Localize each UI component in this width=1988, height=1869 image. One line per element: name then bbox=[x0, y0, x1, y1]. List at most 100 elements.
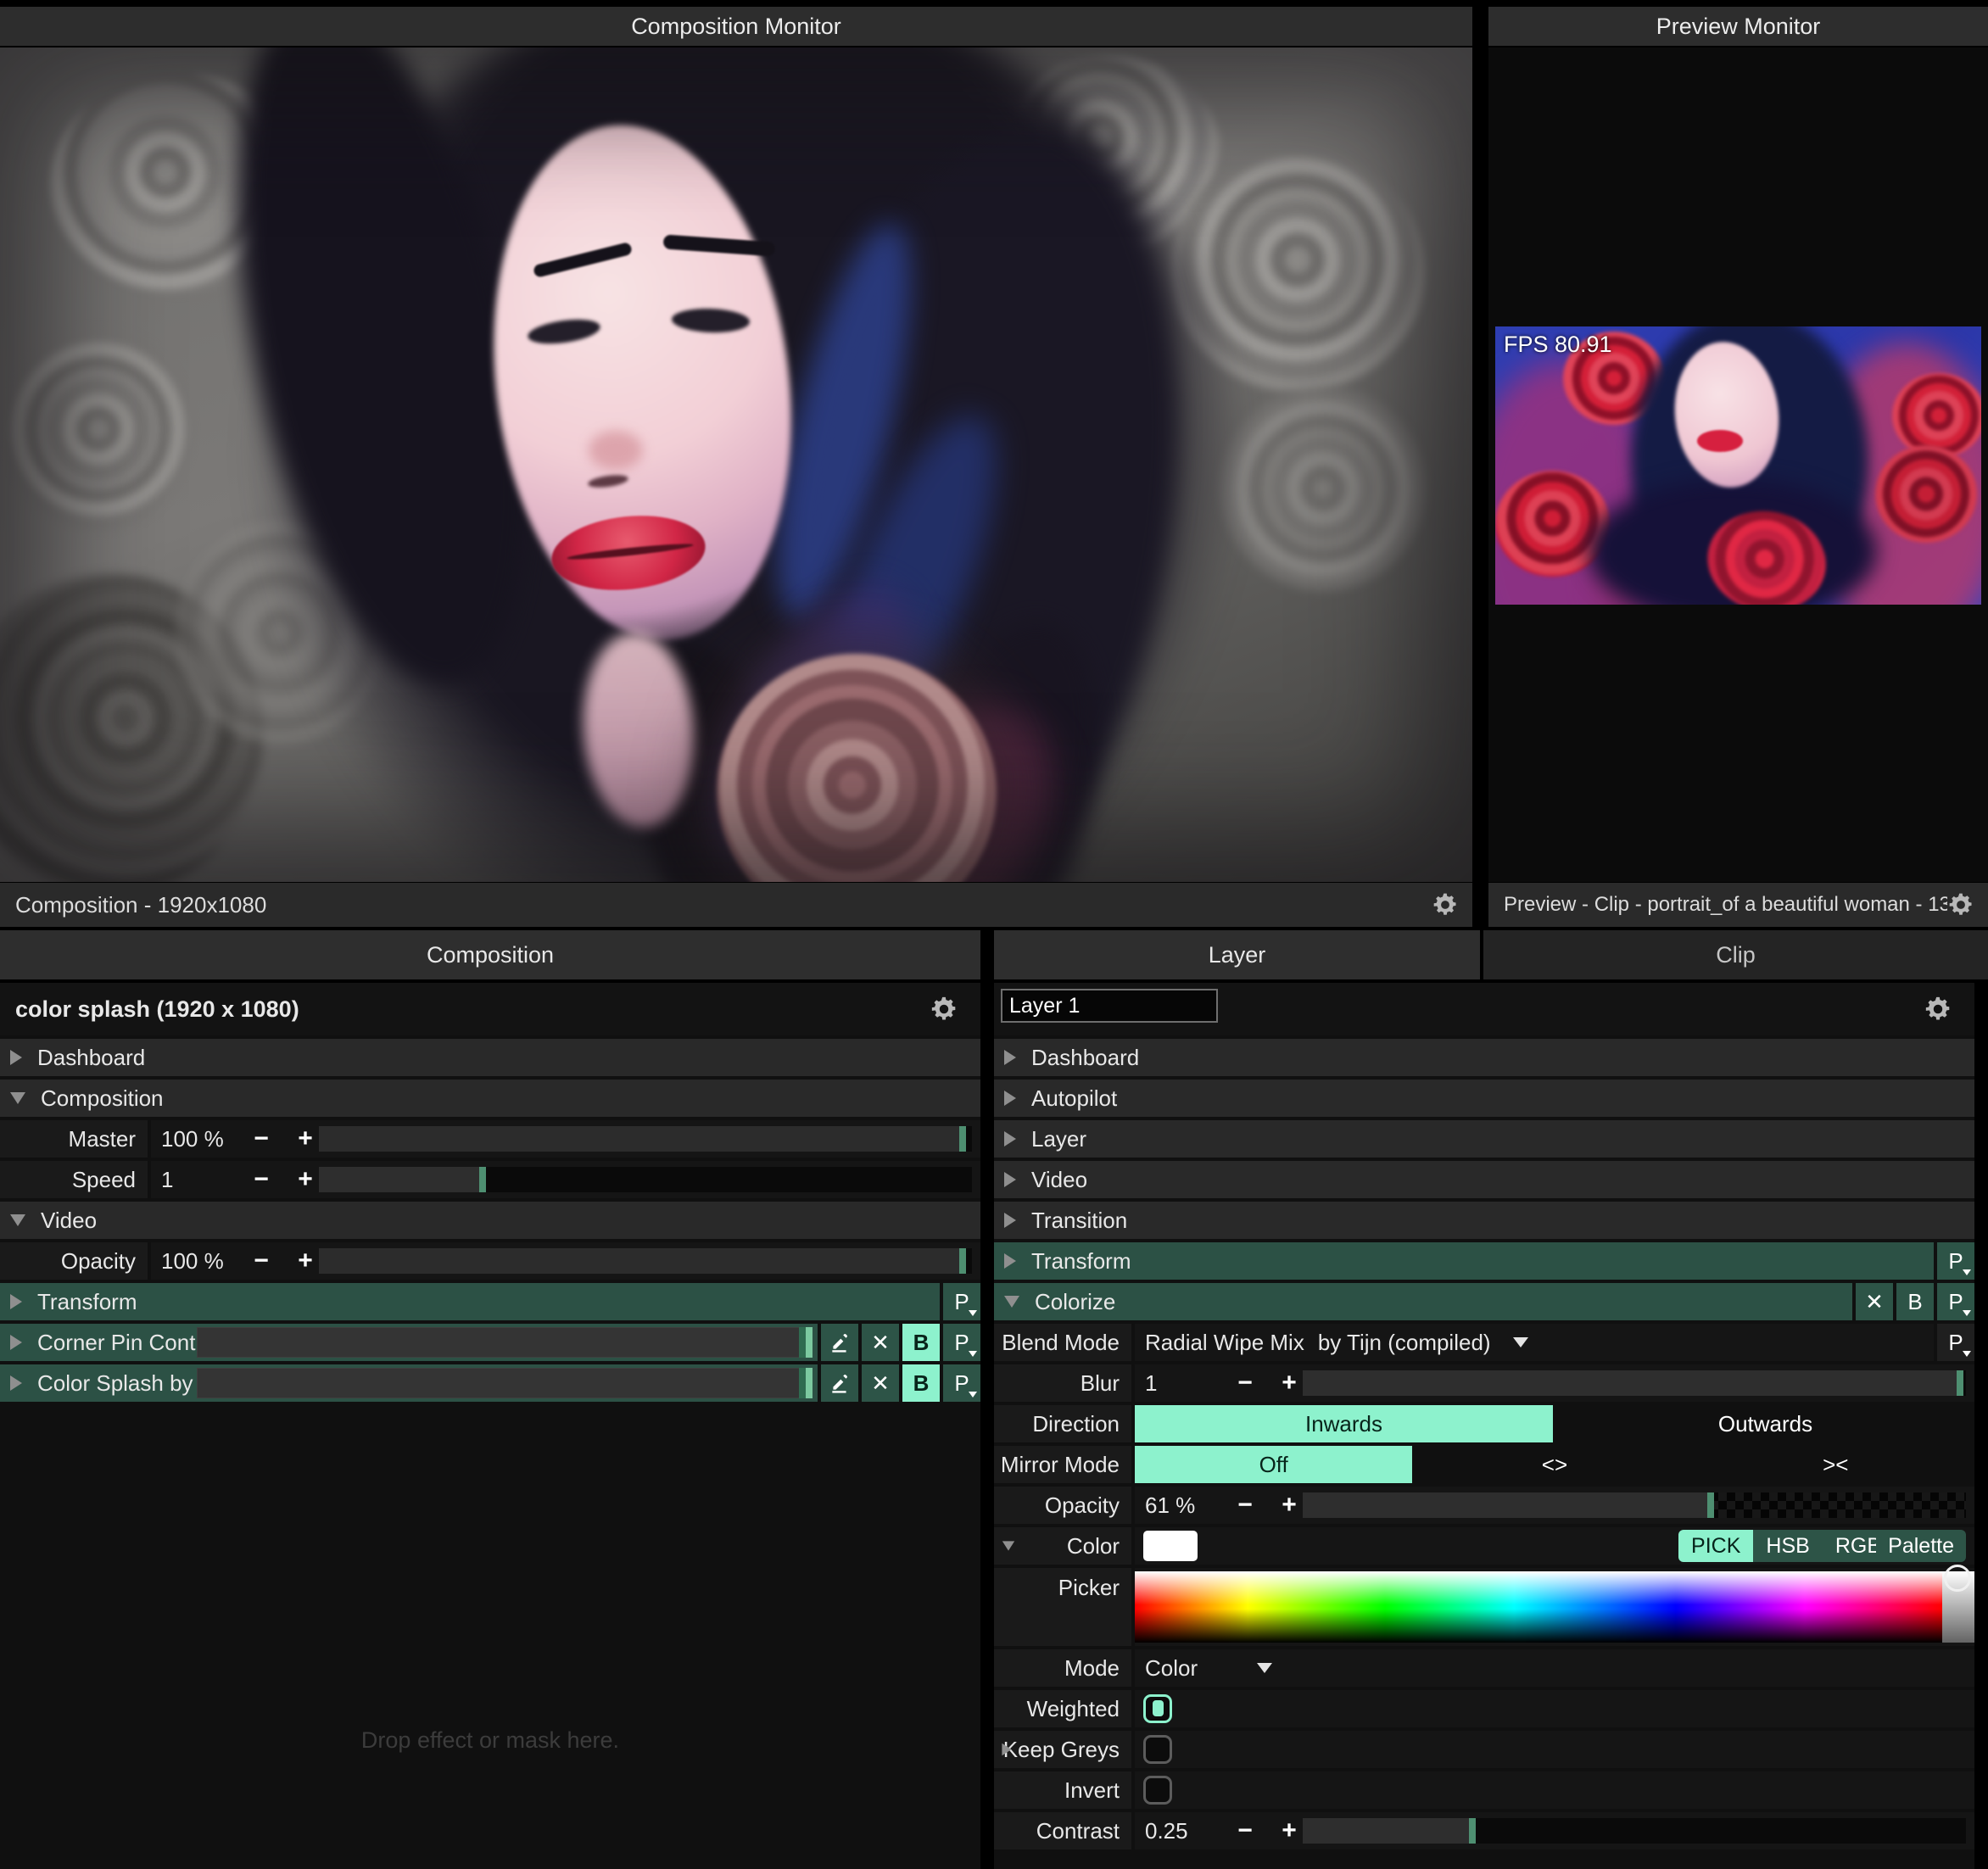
speed-value[interactable]: 1 bbox=[151, 1167, 239, 1193]
opacity-slider[interactable] bbox=[319, 1248, 972, 1274]
palette-button[interactable]: Palette bbox=[1876, 1530, 1966, 1562]
color-picker-gradient[interactable] bbox=[1135, 1571, 1942, 1643]
art-rose-red bbox=[1875, 445, 1977, 543]
param-button-label: P bbox=[954, 1289, 969, 1315]
chevron-right-icon bbox=[1004, 1172, 1016, 1187]
effect-edit-button[interactable] bbox=[821, 1364, 858, 1402]
master-value[interactable]: 100 % bbox=[151, 1126, 239, 1152]
blur-decrement-button[interactable]: − bbox=[1223, 1369, 1267, 1398]
effect-opacity-dragbar[interactable] bbox=[197, 1368, 813, 1398]
section-autopilot[interactable]: Autopilot bbox=[994, 1080, 1974, 1117]
contrast-slider[interactable] bbox=[1303, 1818, 1966, 1844]
colorize-row[interactable]: Colorize ✕ B P bbox=[994, 1283, 1974, 1320]
caret-down-icon bbox=[969, 1310, 977, 1316]
color-tab-hsb[interactable]: HSB bbox=[1753, 1530, 1822, 1562]
section-dashboard[interactable]: Dashboard bbox=[994, 1039, 1974, 1076]
preview-monitor-titlebar: Preview Monitor bbox=[1488, 7, 1988, 46]
effect-remove-button[interactable]: ✕ bbox=[862, 1364, 899, 1402]
close-icon: ✕ bbox=[871, 1330, 890, 1356]
chevron-down-icon bbox=[10, 1214, 25, 1226]
keep-greys-checkbox[interactable] bbox=[1143, 1735, 1172, 1764]
caret-down-icon bbox=[969, 1392, 977, 1398]
colorize-opacity-value[interactable]: 61 % bbox=[1135, 1492, 1223, 1519]
effect-remove-button[interactable]: ✕ bbox=[862, 1324, 899, 1361]
effect-row-color-splash[interactable]: Color Splash by Tij ✕ B P bbox=[0, 1364, 980, 1402]
weighted-checkbox[interactable] bbox=[1143, 1694, 1172, 1723]
section-video[interactable]: Video bbox=[994, 1161, 1974, 1198]
tab-label: RGB bbox=[1835, 1534, 1881, 1559]
effect-row-corner-pin[interactable]: Corner Pin Contro ✕ B P bbox=[0, 1324, 980, 1361]
contrast-value[interactable]: 0.25 bbox=[1135, 1818, 1223, 1844]
caret-down-icon bbox=[1963, 1310, 1971, 1316]
transform-label: Transform bbox=[37, 1289, 137, 1315]
blend-mode-dropdown[interactable]: Radial Wipe Mix by Tijn (compiled) bbox=[1135, 1324, 1934, 1361]
colorize-param-button[interactable]: P bbox=[1937, 1283, 1974, 1320]
effect-edit-button[interactable] bbox=[821, 1324, 858, 1361]
layer-settings-gear-icon[interactable] bbox=[1924, 995, 1952, 1024]
tab-clip[interactable]: Clip bbox=[1483, 930, 1988, 979]
effect-param-button[interactable]: P bbox=[943, 1324, 980, 1361]
section-composition[interactable]: Composition bbox=[0, 1080, 980, 1117]
color-picker-cursor[interactable] bbox=[1944, 1565, 1971, 1592]
preview-monitor-viewport[interactable]: FPS 80.91 bbox=[1488, 47, 1988, 882]
preview-monitor-settings-gear-icon[interactable] bbox=[1947, 891, 1974, 918]
opacity-value[interactable]: 100 % bbox=[151, 1248, 239, 1275]
chevron-right-icon bbox=[1004, 1050, 1016, 1065]
speed-slider[interactable] bbox=[319, 1167, 972, 1192]
section-transition[interactable]: Transition bbox=[994, 1202, 1974, 1239]
section-layer[interactable]: Layer bbox=[994, 1120, 1974, 1158]
contrast-decrement-button[interactable]: − bbox=[1223, 1816, 1267, 1845]
effect-param-button[interactable]: P bbox=[943, 1364, 980, 1402]
direction-option-outwards[interactable]: Outwards bbox=[1556, 1405, 1974, 1442]
blur-value[interactable]: 1 bbox=[1135, 1370, 1223, 1397]
caret-down-icon bbox=[1963, 1351, 1971, 1357]
bypass-button-label: B bbox=[913, 1330, 930, 1356]
blend-mode-label: Blend Mode bbox=[1002, 1330, 1120, 1356]
mirror-option-off[interactable]: Off bbox=[1135, 1446, 1412, 1483]
layer-name-input[interactable] bbox=[1001, 989, 1218, 1023]
colorize-bypass-button[interactable]: B bbox=[1896, 1283, 1934, 1320]
effect-bypass-button[interactable]: B bbox=[902, 1324, 940, 1361]
mode-dropdown[interactable]: Color bbox=[1135, 1649, 1974, 1687]
blend-mode-value: Radial Wipe Mix bbox=[1135, 1330, 1304, 1356]
colorize-opacity-decrement-button[interactable]: − bbox=[1223, 1491, 1267, 1520]
effect-opacity-dragbar[interactable] bbox=[197, 1327, 813, 1358]
dropdown-arrow-icon bbox=[1257, 1663, 1272, 1673]
direction-option-inwards[interactable]: Inwards bbox=[1135, 1405, 1553, 1442]
blur-slider[interactable] bbox=[1303, 1370, 1966, 1396]
color-swatch[interactable] bbox=[1143, 1531, 1198, 1561]
effect-bypass-button[interactable]: B bbox=[902, 1364, 940, 1402]
colorize-remove-button[interactable]: ✕ bbox=[1856, 1283, 1893, 1320]
section-video-label: Video bbox=[1031, 1167, 1087, 1193]
section-dashboard[interactable]: Dashboard bbox=[0, 1039, 980, 1076]
colorize-label: Colorize bbox=[1035, 1289, 1115, 1315]
composition-settings-gear-icon[interactable] bbox=[930, 995, 958, 1024]
section-autopilot-label: Autopilot bbox=[1031, 1085, 1117, 1112]
tab-composition[interactable]: Composition bbox=[0, 930, 980, 979]
color-tab-pick[interactable]: PICK bbox=[1678, 1530, 1753, 1562]
composition-panel-header: color splash (1920 x 1080) bbox=[0, 983, 980, 1035]
transform-row[interactable]: Transform P bbox=[994, 1242, 1974, 1280]
mirror-option-outward[interactable]: <> bbox=[1416, 1446, 1693, 1483]
master-slider[interactable] bbox=[319, 1126, 972, 1152]
palette-button-label: Palette bbox=[1888, 1534, 1954, 1559]
invert-checkbox[interactable] bbox=[1143, 1776, 1172, 1805]
mirror-option-inward[interactable]: >< bbox=[1697, 1446, 1974, 1483]
transform-row[interactable]: Transform P bbox=[0, 1283, 980, 1320]
speed-label: Speed bbox=[72, 1167, 136, 1193]
section-video[interactable]: Video bbox=[0, 1202, 980, 1239]
tab-layer[interactable]: Layer bbox=[994, 930, 1480, 979]
speed-decrement-button[interactable]: − bbox=[239, 1165, 283, 1194]
composition-monitor-settings-gear-icon[interactable] bbox=[1432, 891, 1459, 918]
mode-row: Mode Color bbox=[994, 1649, 1974, 1687]
caret-down-icon bbox=[969, 1351, 977, 1357]
transform-param-button[interactable]: P bbox=[1937, 1242, 1974, 1280]
blend-mode-param-button[interactable]: P bbox=[1937, 1324, 1974, 1361]
master-decrement-button[interactable]: − bbox=[239, 1124, 283, 1153]
fps-label: FPS 80.91 bbox=[1504, 332, 1612, 358]
transform-param-button[interactable]: P bbox=[943, 1283, 980, 1320]
color-mode-tabs: PICK HSB RGB bbox=[1678, 1530, 1894, 1562]
opacity-decrement-button[interactable]: − bbox=[239, 1247, 283, 1275]
composition-monitor-viewport[interactable] bbox=[0, 47, 1472, 882]
colorize-opacity-slider[interactable] bbox=[1303, 1492, 1966, 1518]
